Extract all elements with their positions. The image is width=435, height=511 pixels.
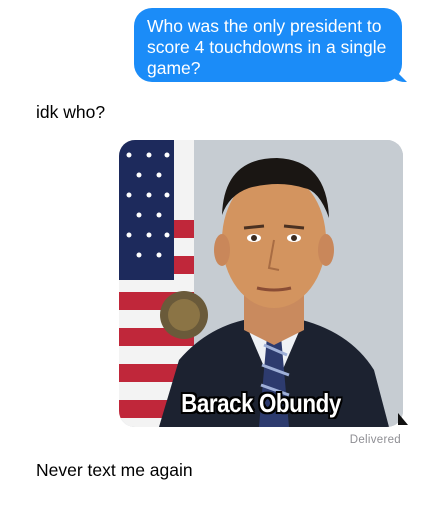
outgoing-message-bubble[interactable]: Who was the only president to score 4 to…	[134, 8, 402, 82]
image-message[interactable]: Barack Obundy	[119, 140, 403, 427]
meme-caption: Barack Obundy	[181, 388, 341, 418]
delivery-status: Delivered	[349, 434, 401, 446]
meme-photo	[119, 140, 403, 427]
outgoing-message-text: Who was the only president to score 4 to…	[147, 16, 387, 78]
incoming-message-text[interactable]: idk who?	[36, 102, 105, 123]
incoming-message-text[interactable]: Never text me again	[36, 460, 193, 481]
message-thread: Who was the only president to score 4 to…	[0, 0, 435, 511]
